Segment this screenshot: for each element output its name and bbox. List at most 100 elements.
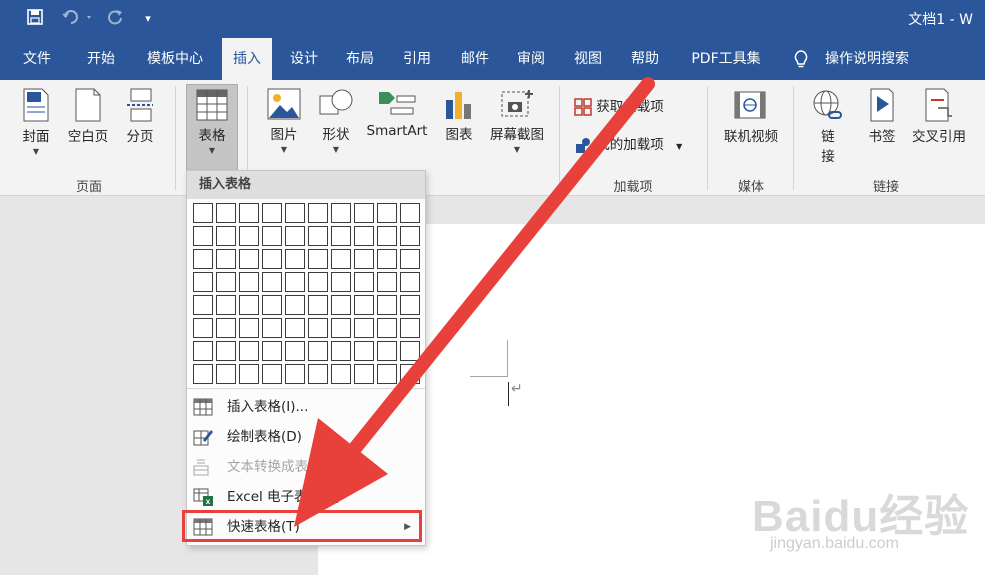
grid-cell[interactable] — [193, 203, 213, 223]
grid-cell[interactable] — [239, 295, 259, 315]
grid-cell[interactable] — [285, 249, 305, 269]
grid-cell[interactable] — [216, 203, 236, 223]
grid-cell[interactable] — [262, 249, 282, 269]
grid-cell[interactable] — [377, 318, 397, 338]
tab-review[interactable]: 审阅 — [507, 38, 555, 80]
grid-cell[interactable] — [377, 341, 397, 361]
grid-cell[interactable] — [285, 226, 305, 246]
tab-template-center[interactable]: 模板中心 — [138, 38, 212, 80]
grid-cell[interactable] — [285, 318, 305, 338]
lightbulb-icon[interactable] — [790, 48, 812, 70]
grid-cell[interactable] — [377, 295, 397, 315]
online-video-button[interactable]: 联机视频 — [716, 88, 786, 145]
grid-cell[interactable] — [354, 272, 374, 292]
tab-references[interactable]: 引用 — [393, 38, 441, 80]
grid-cell[interactable] — [377, 364, 397, 384]
link-button[interactable]: 链 接 — [806, 88, 850, 165]
grid-cell[interactable] — [331, 203, 351, 223]
grid-cell[interactable] — [216, 272, 236, 292]
bookmark-button[interactable]: 书签 — [860, 88, 904, 145]
picture-button[interactable]: 图片 ▼ — [262, 88, 306, 154]
grid-cell[interactable] — [308, 318, 328, 338]
grid-cell[interactable] — [377, 272, 397, 292]
tab-help[interactable]: 帮助 — [621, 38, 669, 80]
grid-cell[interactable] — [239, 272, 259, 292]
grid-cell[interactable] — [331, 226, 351, 246]
grid-cell[interactable] — [400, 364, 420, 384]
screenshot-button[interactable]: 屏幕截图 ▼ — [484, 88, 550, 154]
grid-cell[interactable] — [377, 249, 397, 269]
tab-mailings[interactable]: 邮件 — [451, 38, 499, 80]
grid-cell[interactable] — [239, 318, 259, 338]
draw-table-item[interactable]: 绘制表格(D) — [187, 422, 425, 452]
grid-cell[interactable] — [262, 203, 282, 223]
grid-cell[interactable] — [400, 318, 420, 338]
grid-cell[interactable] — [308, 203, 328, 223]
grid-cell[interactable] — [308, 364, 328, 384]
grid-cell[interactable] — [285, 203, 305, 223]
grid-cell[interactable] — [331, 272, 351, 292]
grid-cell[interactable] — [239, 203, 259, 223]
grid-cell[interactable] — [354, 318, 374, 338]
grid-cell[interactable] — [377, 226, 397, 246]
grid-cell[interactable] — [285, 364, 305, 384]
grid-cell[interactable] — [262, 272, 282, 292]
tab-layout[interactable]: 布局 — [336, 38, 384, 80]
cover-page-button[interactable]: 封面 ▼ — [14, 88, 58, 156]
grid-cell[interactable] — [193, 364, 213, 384]
tab-pdf-tools[interactable]: PDF工具集 — [682, 38, 770, 80]
grid-cell[interactable] — [400, 226, 420, 246]
grid-cell[interactable] — [400, 341, 420, 361]
grid-cell[interactable] — [239, 364, 259, 384]
grid-cell[interactable] — [331, 341, 351, 361]
grid-cell[interactable] — [239, 226, 259, 246]
blank-page-button[interactable]: 空白页 — [62, 88, 114, 145]
page-break-button[interactable]: 分页 — [118, 88, 162, 145]
grid-cell[interactable] — [331, 295, 351, 315]
tab-file[interactable]: 文件 — [12, 38, 62, 80]
grid-cell[interactable] — [262, 318, 282, 338]
grid-cell[interactable] — [285, 341, 305, 361]
grid-cell[interactable] — [354, 249, 374, 269]
grid-cell[interactable] — [400, 272, 420, 292]
grid-cell[interactable] — [308, 341, 328, 361]
save-icon[interactable] — [22, 8, 48, 30]
cross-reference-button[interactable]: 交叉引用 — [906, 88, 972, 145]
grid-cell[interactable] — [216, 249, 236, 269]
grid-cell[interactable] — [331, 249, 351, 269]
grid-cell[interactable] — [354, 295, 374, 315]
undo-icon[interactable] — [58, 8, 98, 30]
grid-cell[interactable] — [193, 295, 213, 315]
chart-button[interactable]: 图表 — [438, 88, 480, 143]
tab-insert[interactable]: 插入 — [222, 38, 272, 80]
grid-cell[interactable] — [400, 249, 420, 269]
tab-home[interactable]: 开始 — [76, 38, 126, 80]
grid-cell[interactable] — [308, 295, 328, 315]
grid-cell[interactable] — [354, 226, 374, 246]
grid-cell[interactable] — [354, 364, 374, 384]
grid-cell[interactable] — [193, 341, 213, 361]
grid-cell[interactable] — [354, 341, 374, 361]
grid-cell[interactable] — [308, 272, 328, 292]
grid-cell[interactable] — [262, 364, 282, 384]
grid-cell[interactable] — [216, 341, 236, 361]
grid-cell[interactable] — [331, 318, 351, 338]
grid-cell[interactable] — [193, 272, 213, 292]
grid-cell[interactable] — [400, 295, 420, 315]
grid-cell[interactable] — [308, 226, 328, 246]
tab-view[interactable]: 视图 — [564, 38, 612, 80]
grid-cell[interactable] — [308, 249, 328, 269]
grid-cell[interactable] — [193, 249, 213, 269]
grid-cell[interactable] — [354, 203, 374, 223]
shapes-button[interactable]: 形状 ▼ — [314, 88, 358, 154]
grid-cell[interactable] — [239, 249, 259, 269]
grid-cell[interactable] — [216, 318, 236, 338]
get-addins-button[interactable]: 获取加载项 — [574, 96, 664, 118]
grid-cell[interactable] — [193, 226, 213, 246]
grid-cell[interactable] — [216, 295, 236, 315]
tell-me-search[interactable]: 操作说明搜索 — [825, 38, 909, 80]
redo-icon[interactable] — [104, 8, 126, 30]
excel-spreadsheet-item[interactable]: x Excel 电子表格(X) — [187, 482, 425, 512]
grid-cell[interactable] — [285, 295, 305, 315]
grid-cell[interactable] — [262, 341, 282, 361]
